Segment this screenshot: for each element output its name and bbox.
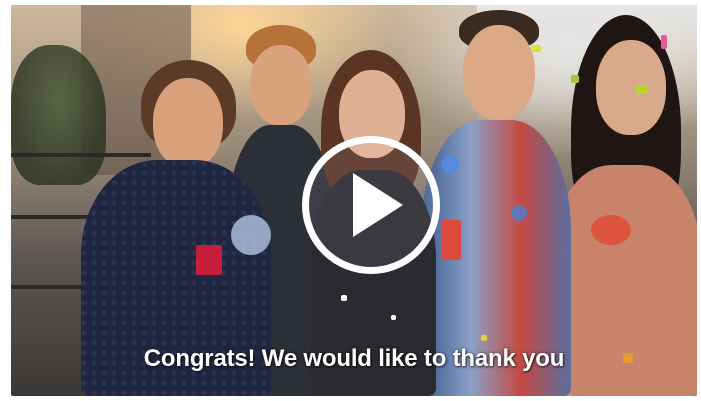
confetti <box>531 45 541 52</box>
confetti <box>341 295 347 301</box>
confetti <box>441 155 459 173</box>
confetti <box>571 75 579 83</box>
person-man-plaid <box>421 10 571 396</box>
confetti <box>481 335 487 341</box>
confetti <box>511 205 527 221</box>
confetti <box>636 85 648 94</box>
play-button[interactable] <box>302 136 440 274</box>
person-woman-right <box>551 15 697 396</box>
video-frame: Congrats! We would like to thank you <box>0 0 701 401</box>
video-caption: Congrats! We would like to thank you <box>143 345 565 372</box>
play-icon <box>353 173 403 237</box>
confetti <box>661 35 667 49</box>
confetti <box>391 315 396 320</box>
video-thumbnail[interactable]: Congrats! We would like to thank you <box>11 5 697 396</box>
confetti <box>441 220 461 260</box>
confetti <box>591 215 631 245</box>
confetti <box>196 245 222 275</box>
confetti <box>231 215 271 255</box>
